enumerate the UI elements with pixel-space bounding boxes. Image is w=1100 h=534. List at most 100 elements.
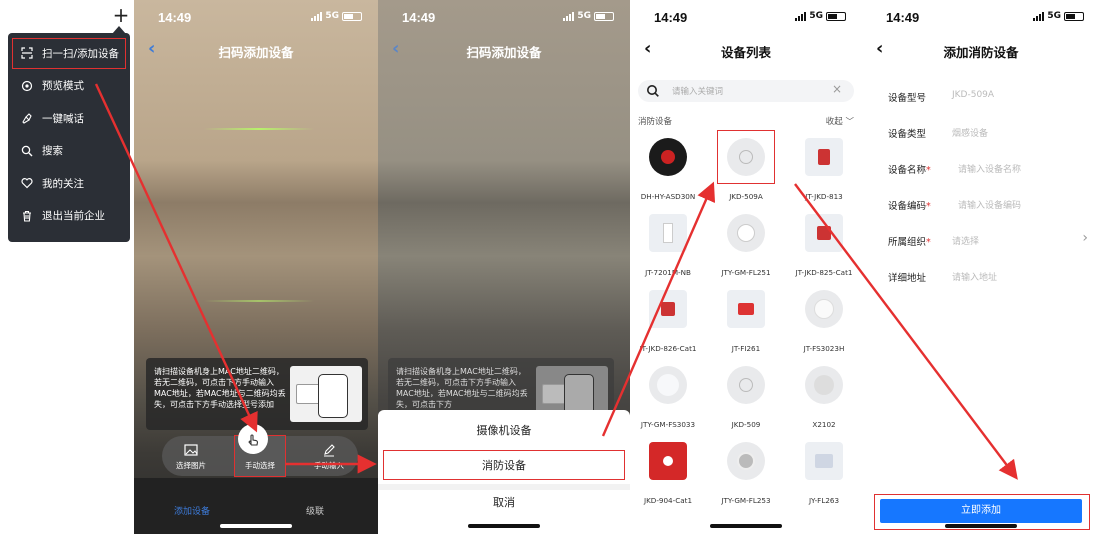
menu-item-exit-enterprise[interactable]: 退出当前企业 xyxy=(8,200,130,233)
field-value: JKD-509A xyxy=(952,90,995,100)
device-card[interactable]: JT-JKD-813 xyxy=(786,134,862,210)
device-card[interactable]: JKD-509A xyxy=(708,130,784,210)
device-card[interactable]: DH-HY-ASD30N xyxy=(630,134,706,210)
collapse-label: 收起 xyxy=(825,117,843,127)
device-card[interactable]: JTY-GM-FL253 xyxy=(708,438,784,514)
device-card[interactable]: X2102 xyxy=(786,362,862,438)
status-signal: 5G xyxy=(1033,11,1084,21)
scan-tip-text: 请扫描设备机身上MAC地址二维码，若无二维码，可点击下方手动输入MAC地址，若M… xyxy=(154,367,286,409)
device-name: JT-FI261 xyxy=(731,344,761,353)
device-name: DH-HY-ASD30N xyxy=(640,192,696,201)
device-image xyxy=(727,366,765,404)
device-card[interactable]: JT-JKD-826-Cat1 xyxy=(630,286,706,362)
field-select[interactable]: 请选择 xyxy=(952,234,979,247)
field-label: 设备类型 xyxy=(888,129,927,140)
signal-icon xyxy=(563,11,575,21)
field-organization[interactable]: 所属组织* 请选择 › xyxy=(862,222,1100,258)
device-card[interactable]: JTY-GM-FS3033 xyxy=(630,362,706,438)
device-name: JKD-509 xyxy=(731,420,761,429)
device-image xyxy=(805,290,843,328)
device-name: JT-JKD-825-Cat1 xyxy=(795,268,853,277)
page-title: 添加消防设备 xyxy=(943,45,1019,60)
signal-icon xyxy=(795,11,807,21)
device-card[interactable]: JT-FS3023H xyxy=(786,286,862,362)
status-time: 14:49 xyxy=(654,10,688,25)
device-card[interactable]: JT-FI261 xyxy=(708,286,784,362)
network-label: 5G xyxy=(809,11,823,21)
field-label: 详细地址 xyxy=(888,273,927,284)
network-label: 5G xyxy=(325,11,339,21)
field-model: 设备型号 JKD-509A xyxy=(862,78,1100,114)
device-image xyxy=(649,442,687,480)
menu-item-favorites[interactable]: 我的关注 xyxy=(8,167,130,200)
preview-icon xyxy=(20,79,34,93)
field-label: 所属组织* xyxy=(888,237,931,248)
search-placeholder: 请输入关键词 xyxy=(672,87,724,97)
add-now-button[interactable]: 立即添加 xyxy=(880,499,1082,523)
field-type: 设备类型 烟感设备 xyxy=(862,114,1100,150)
device-name: JTY-GM-FL251 xyxy=(721,268,771,277)
menu-item-label: 搜索 xyxy=(42,145,63,158)
device-card[interactable]: JY-FL263 xyxy=(786,438,862,514)
field-label: 设备型号 xyxy=(888,93,927,104)
pick-image-button[interactable]: 选择图片 xyxy=(166,442,216,471)
scan-icon xyxy=(20,46,34,60)
device-card[interactable]: JKD-509 xyxy=(708,362,784,438)
megaphone-icon xyxy=(20,111,34,125)
menu-item-label: 预览模式 xyxy=(42,80,84,93)
device-card[interactable]: JT-7201M-NB xyxy=(630,210,706,286)
manual-select-label: 手动选择 xyxy=(245,461,275,470)
page-title: 设备列表 xyxy=(720,45,771,60)
home-indicator xyxy=(220,524,292,528)
page-title: 扫码添加设备 xyxy=(218,45,294,60)
menu-item-megaphone[interactable]: 一键喊话 xyxy=(8,102,130,135)
scan-line xyxy=(204,128,314,130)
tip-illustration xyxy=(290,366,362,422)
field-address[interactable]: 详细地址 请输入地址 xyxy=(862,258,1100,294)
battery-icon xyxy=(594,11,614,21)
field-name[interactable]: 设备名称* 请输入设备名称 xyxy=(862,150,1100,186)
status-bar: 14:49 5G xyxy=(378,0,630,30)
manual-input-button[interactable]: 手动输入 xyxy=(304,442,354,471)
device-card[interactable]: JT-JKD-825-Cat1 xyxy=(786,210,862,286)
clear-icon[interactable]: × xyxy=(832,82,842,96)
device-image xyxy=(727,138,765,176)
battery-icon xyxy=(1064,11,1084,21)
popup-menu: 扫一扫/添加设备 预览模式 一键喊话 搜索 我的关注 退出当前企业 xyxy=(8,33,130,242)
device-image xyxy=(805,138,843,176)
device-card[interactable]: JKD-904-Cat1 xyxy=(630,438,706,514)
tab-cascade[interactable]: 级联 xyxy=(306,504,324,517)
status-time: 14:49 xyxy=(402,10,436,25)
field-input[interactable]: 请输入设备名称 xyxy=(958,162,1021,175)
field-code[interactable]: 设备编码* 请输入设备编码 xyxy=(862,186,1100,222)
action-sheet: 摄像机设备 消防设备 取消 xyxy=(378,410,630,534)
menu-item-search[interactable]: 搜索 xyxy=(8,135,130,168)
menu-item-preview[interactable]: 预览模式 xyxy=(8,70,130,103)
device-type-sheet-screen: 14:49 5G ‹ 扫码添加设备 请扫描设备机身上MAC地址二维码，若无二维码… xyxy=(378,0,630,534)
status-bar: 14:49 5G xyxy=(134,0,378,30)
device-name: JT-7201M-NB xyxy=(645,268,691,277)
device-name: JKD-509A xyxy=(729,192,763,201)
chevron-right-icon: › xyxy=(1082,230,1088,246)
sheet-cancel-button[interactable]: 取消 xyxy=(378,488,630,518)
search-input[interactable]: 请输入关键词 × xyxy=(638,80,854,102)
network-label: 5G xyxy=(1047,11,1061,21)
device-name: X2102 xyxy=(812,420,836,429)
device-card[interactable]: JTY-GM-FL251 xyxy=(708,210,784,286)
status-signal: 5G xyxy=(311,11,362,21)
field-input[interactable]: 请输入地址 xyxy=(952,270,997,283)
field-value: 烟感设备 xyxy=(952,129,989,139)
signal-icon xyxy=(1033,11,1045,21)
status-bar: 14:49 5G xyxy=(630,0,862,30)
menu-item-scan-add[interactable]: 扫一扫/添加设备 xyxy=(11,37,127,70)
field-input[interactable]: 请输入设备编码 xyxy=(958,198,1021,211)
home-indicator xyxy=(710,524,782,528)
plus-icon[interactable]: + xyxy=(112,5,130,25)
device-name: JTY-GM-FS3033 xyxy=(640,420,696,429)
tab-add-device[interactable]: 添加设备 xyxy=(174,504,210,517)
status-time: 14:49 xyxy=(158,10,192,25)
collapse-toggle[interactable]: 收起 ﹀ xyxy=(826,115,854,127)
sheet-item-fire[interactable]: 消防设备 xyxy=(383,450,625,480)
sheet-item-camera[interactable]: 摄像机设备 xyxy=(378,416,630,446)
menu-item-label: 扫一扫/添加设备 xyxy=(42,47,120,60)
